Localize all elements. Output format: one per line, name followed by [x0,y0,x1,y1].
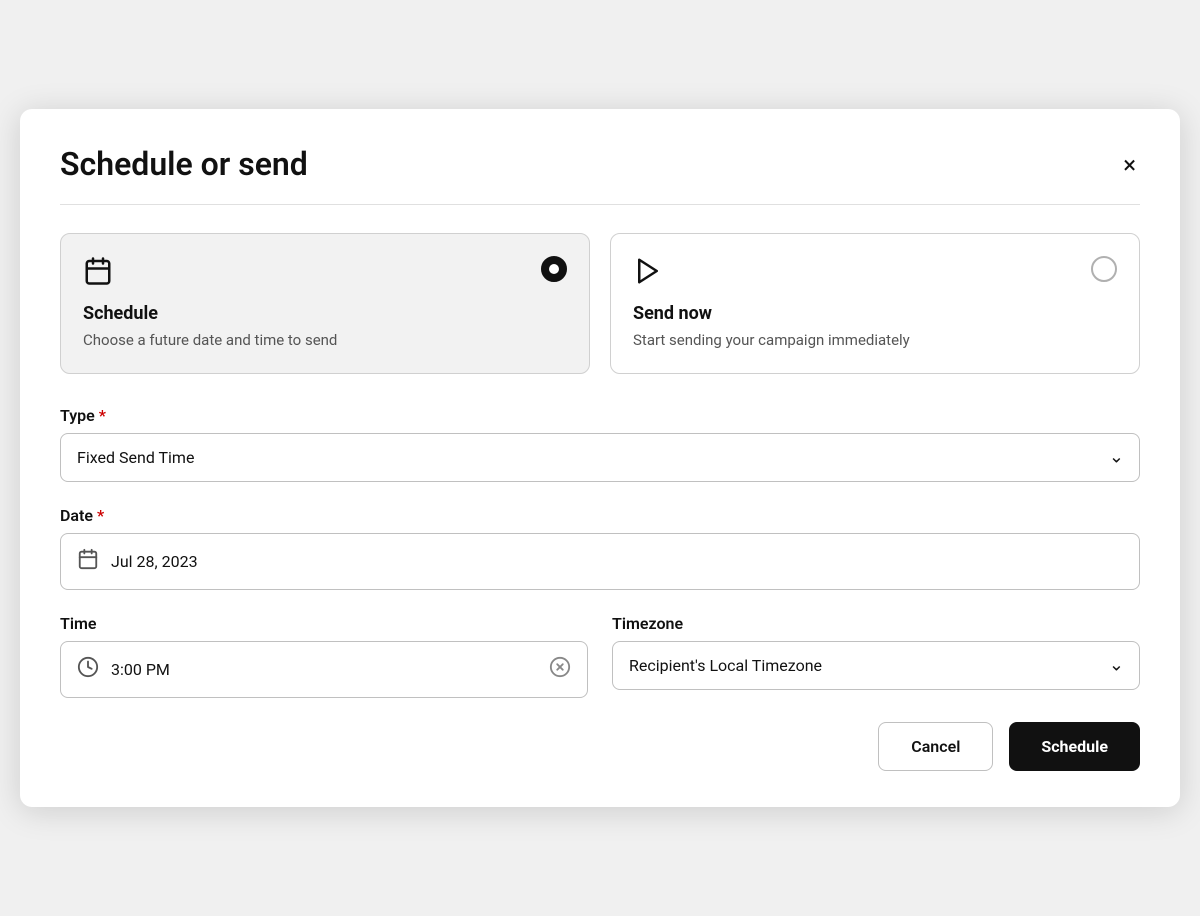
time-label: Time [60,614,588,633]
timezone-select[interactable]: Recipient's Local Timezone UTC America/N… [612,641,1140,690]
cancel-button[interactable]: Cancel [878,722,993,771]
option-cards: Schedule Choose a future date and time t… [60,233,1140,374]
card-top-row-2 [633,256,1117,291]
date-value: Jul 28, 2023 [111,552,198,571]
time-field-group: Time 3:00 PM [60,614,588,698]
radio-inner [549,264,559,274]
timezone-select-wrapper: Recipient's Local Timezone UTC America/N… [612,641,1140,690]
send-now-option-card[interactable]: Send now Start sending your campaign imm… [610,233,1140,374]
card-top-row [83,256,567,291]
schedule-option-card[interactable]: Schedule Choose a future date and time t… [60,233,590,374]
header-divider [60,204,1140,205]
schedule-card-desc: Choose a future date and time to send [83,330,567,351]
time-clock-icon [77,656,99,683]
time-left: 3:00 PM [77,656,170,683]
time-value: 3:00 PM [111,660,170,679]
date-required-star: * [97,506,104,525]
send-icon [633,256,663,291]
date-input[interactable]: Jul 28, 2023 [60,533,1140,590]
modal-title: Schedule or send [60,145,308,183]
time-clear-icon[interactable] [549,656,571,683]
date-label: Date * [60,506,1140,525]
send-now-radio[interactable] [1091,256,1117,282]
timezone-field-group: Timezone Recipient's Local Timezone UTC … [612,614,1140,698]
type-label: Type * [60,406,1140,425]
close-button[interactable]: × [1119,149,1140,181]
send-now-card-label: Send now [633,303,1117,324]
schedule-button[interactable]: Schedule [1009,722,1140,771]
type-select-wrapper: Fixed Send Time Recipient's Timezone Opt… [60,433,1140,482]
date-field-group: Date * Jul 28, 2023 [60,506,1140,590]
schedule-radio[interactable] [541,256,567,282]
timezone-label: Timezone [612,614,1140,633]
modal-footer: Cancel Schedule [60,722,1140,771]
calendar-icon [83,256,113,291]
schedule-card-label: Schedule [83,303,567,324]
type-select[interactable]: Fixed Send Time Recipient's Timezone Opt… [60,433,1140,482]
send-now-card-desc: Start sending your campaign immediately [633,330,1117,351]
type-required-star: * [99,406,106,425]
schedule-or-send-modal: Schedule or send × Schedule [20,109,1180,806]
type-field-group: Type * Fixed Send Time Recipient's Timez… [60,406,1140,482]
time-input[interactable]: 3:00 PM [60,641,588,698]
time-timezone-row: Time 3:00 PM [60,614,1140,698]
modal-header: Schedule or send × [60,145,1140,183]
date-calendar-icon [77,548,99,575]
